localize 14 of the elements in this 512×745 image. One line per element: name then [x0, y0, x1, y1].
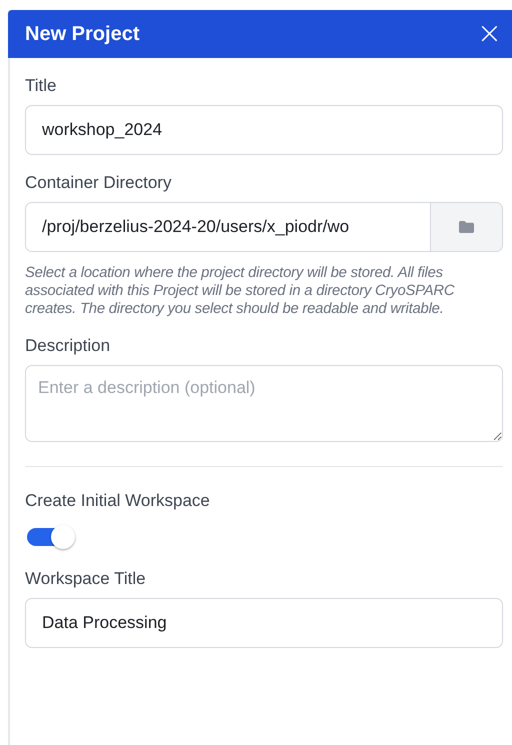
browse-button[interactable] — [430, 203, 502, 251]
field-label: Title — [25, 76, 58, 96]
close-button[interactable]: × — [472, 19, 506, 49]
field-label: Create Initial Workspace — [25, 491, 211, 511]
text-field[interactable]: Data Processing — [25, 598, 503, 648]
field-label: Container Directory — [25, 173, 172, 193]
folder-icon — [458, 220, 475, 234]
description-field[interactable]: Enter a description (optional) — [25, 365, 503, 442]
directory-field[interactable]: /proj/berzelius-2024-20/users/x_piodr/wo — [25, 202, 503, 252]
text-field[interactable]: workshop_2024 — [25, 105, 503, 155]
field-label: Workspace Title — [25, 569, 147, 589]
dialog-title: New Project — [25, 22, 140, 46]
field-label: Description — [25, 336, 112, 356]
help-text: Select a location where the project directory will be stored. All files associated with this Project will be stored in a directory CryoSPARC creates. The directory you select should be readable and writable. — [25, 264, 456, 318]
